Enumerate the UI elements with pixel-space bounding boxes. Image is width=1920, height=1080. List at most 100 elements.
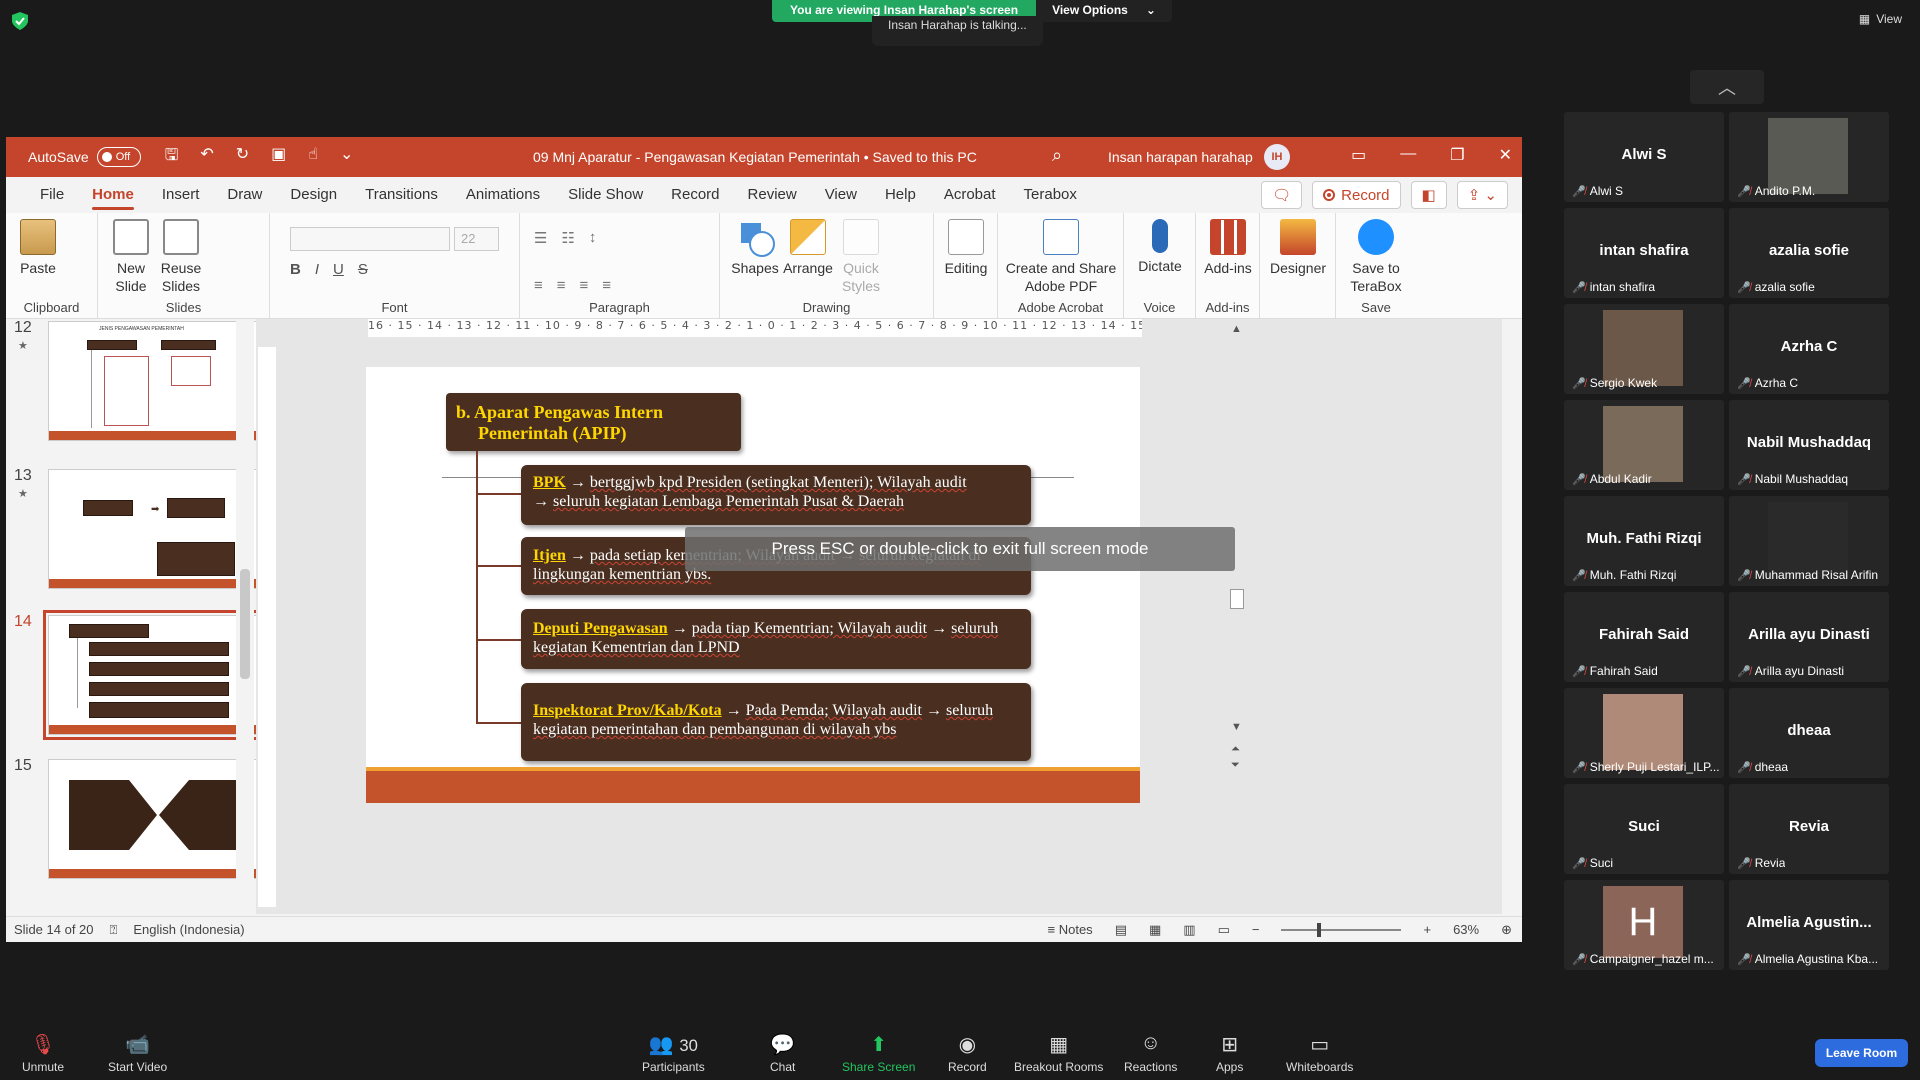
font-size-field[interactable]: 22: [454, 227, 499, 251]
start-video-button[interactable]: 📹 Start Video: [108, 1032, 167, 1074]
participant-tile[interactable]: Muh. Fathi Rizqi 🎤̸ Muh. Fathi Rizqi: [1564, 496, 1724, 586]
designer-button[interactable]: Designer: [1266, 219, 1330, 277]
whiteboards-button[interactable]: ▭ Whiteboards: [1286, 1032, 1353, 1074]
autosave-toggle[interactable]: AutoSave Off: [28, 147, 141, 167]
slideshow-icon[interactable]: ▭: [1218, 922, 1230, 938]
share-button[interactable]: ⇪ ⌄: [1456, 181, 1508, 209]
participant-tile[interactable]: azalia sofie 🎤̸ azalia sofie: [1729, 208, 1889, 298]
unmute-button[interactable]: 🎙 Unmute: [22, 1032, 64, 1074]
next-slide-icon[interactable]: ⏷: [1231, 759, 1240, 772]
previous-slide-icon[interactable]: ⏶: [1231, 743, 1240, 756]
normal-view-icon[interactable]: ▤: [1115, 922, 1127, 938]
ribbon-display-icon[interactable]: ▭: [1351, 145, 1366, 165]
reading-view-icon[interactable]: ▥: [1183, 922, 1195, 938]
slide-thumbnail-12[interactable]: JENIS PENGAWASAN PEMERINTAH: [48, 321, 263, 441]
zoom-slider[interactable]: [1281, 922, 1402, 937]
leave-room-button[interactable]: Leave Room: [1815, 1039, 1908, 1067]
shapes-button[interactable]: Shapes: [730, 219, 780, 277]
bold-icon[interactable]: B: [290, 261, 301, 278]
redo-icon[interactable]: ↻: [236, 144, 249, 171]
create-share-pdf-button[interactable]: Create and Share Adobe PDF: [1004, 219, 1118, 295]
user-avatar[interactable]: IH: [1264, 144, 1290, 170]
scroll-thumb[interactable]: [1230, 589, 1244, 609]
notes-button[interactable]: ≡ Notes: [1048, 922, 1093, 937]
tab-slide-show[interactable]: Slide Show: [554, 177, 657, 213]
collapse-gallery-button[interactable]: ︿: [1690, 70, 1764, 104]
tab-home[interactable]: Home: [78, 177, 148, 213]
tab-view[interactable]: View: [811, 177, 871, 213]
participant-tile[interactable]: H 🎤̸ Campaigner_hazel m...: [1564, 880, 1724, 970]
zoom-level[interactable]: 63%: [1453, 922, 1479, 937]
participant-tile[interactable]: Fahirah Said 🎤̸ Fahirah Said: [1564, 592, 1724, 682]
view-options-button[interactable]: View Options ⌄: [1036, 0, 1172, 22]
chat-button[interactable]: 💬 Chat: [770, 1032, 795, 1074]
slide-thumbnail-13[interactable]: ➡: [48, 469, 263, 589]
align-right-icon[interactable]: ≡: [580, 277, 589, 294]
scroll-up-icon[interactable]: ▲: [1231, 323, 1242, 335]
participant-tile[interactable]: Suci 🎤̸ Suci: [1564, 784, 1724, 874]
tab-insert[interactable]: Insert: [148, 177, 214, 213]
teams-button[interactable]: ◧: [1410, 181, 1447, 209]
security-shield-icon[interactable]: [12, 12, 28, 30]
undo-icon[interactable]: ↶: [200, 144, 213, 171]
slide-counter[interactable]: Slide 14 of 20: [14, 922, 94, 937]
tab-draw[interactable]: Draw: [213, 177, 276, 213]
tab-animations[interactable]: Animations: [452, 177, 554, 213]
tab-design[interactable]: Design: [276, 177, 351, 213]
participant-tile[interactable]: 🎤̸ Andito P.M.: [1729, 112, 1889, 202]
breakout-rooms-button[interactable]: ▦ Breakout Rooms: [1014, 1032, 1103, 1074]
paste-button[interactable]: Paste: [18, 219, 58, 277]
font-name-field[interactable]: [290, 227, 450, 251]
reuse-slides-button[interactable]: Reuse Slides: [158, 219, 204, 295]
participant-tile[interactable]: intan shafira 🎤̸ intan shafira: [1564, 208, 1724, 298]
align-left-icon[interactable]: ≡: [534, 277, 543, 294]
user-name[interactable]: Insan harapan harahap: [1108, 149, 1253, 165]
participant-tile[interactable]: Revia 🎤̸ Revia: [1729, 784, 1889, 874]
close-icon[interactable]: ✕: [1499, 145, 1512, 165]
slide-sorter-icon[interactable]: ▦: [1149, 922, 1161, 938]
tab-acrobat[interactable]: Acrobat: [930, 177, 1010, 213]
touch-mode-icon[interactable]: ☝: [308, 144, 318, 171]
language-indicator[interactable]: English (Indonesia): [133, 922, 244, 937]
participant-tile[interactable]: 🎤̸ Sherly Puji Lestari_ILP...: [1564, 688, 1724, 778]
addins-button[interactable]: Add-ins: [1202, 219, 1254, 277]
record-button[interactable]: ◉ Record: [948, 1032, 987, 1074]
participant-tile[interactable]: 🎤̸ Muhammad Risal Arifin: [1729, 496, 1889, 586]
fit-slide-icon[interactable]: ⊕: [1501, 922, 1512, 938]
editing-button[interactable]: Editing: [940, 219, 992, 277]
restore-icon[interactable]: ❐: [1450, 145, 1464, 165]
search-icon[interactable]: ⌕: [1052, 145, 1062, 166]
participant-tile[interactable]: Almelia Agustin... 🎤̸ Almelia Agustina Kba…: [1729, 880, 1889, 970]
underline-icon[interactable]: U: [333, 261, 344, 278]
italic-icon[interactable]: I: [315, 261, 319, 278]
participant-tile[interactable]: dheaa 🎤̸ dheaa: [1729, 688, 1889, 778]
record-button-ppt[interactable]: Record: [1312, 181, 1401, 209]
slide-thumbnail-15[interactable]: [48, 759, 263, 879]
view-button[interactable]: ▦ View: [1859, 12, 1902, 26]
arrange-button[interactable]: Arrange: [780, 219, 836, 277]
quick-styles-button[interactable]: Quick Styles: [836, 219, 886, 295]
tab-help[interactable]: Help: [871, 177, 930, 213]
apip-item-bpk[interactable]: BPK → bertggjwb kpd Presiden (setingkat …: [521, 465, 1031, 525]
comments-button[interactable]: 🗨: [1261, 181, 1303, 209]
tab-terabox[interactable]: Terabox: [1010, 177, 1091, 213]
participant-tile[interactable]: 🎤̸ Abdul Kadir: [1564, 400, 1724, 490]
reactions-button[interactable]: ☺ Reactions: [1124, 1032, 1177, 1074]
current-slide[interactable]: b. Aparat Pengawas Intern Pemerintah (AP…: [366, 367, 1140, 803]
bullets-icon[interactable]: ☰: [534, 229, 547, 247]
customize-toolbar-icon[interactable]: ⌄: [340, 144, 353, 171]
tab-review[interactable]: Review: [734, 177, 811, 213]
accessibility-icon[interactable]: ⍰: [110, 922, 118, 938]
tab-record[interactable]: Record: [657, 177, 733, 213]
align-center-icon[interactable]: ≡: [557, 277, 566, 294]
thumbnail-scrollbar[interactable]: [236, 319, 254, 909]
participant-tile[interactable]: Alwi S 🎤̸ Alwi S: [1564, 112, 1724, 202]
zoom-out-icon[interactable]: −: [1252, 922, 1260, 937]
slide-thumbnail-14[interactable]: [43, 610, 268, 740]
apip-item-deputi[interactable]: Deputi Pengawasan → pada tiap Kementrian…: [521, 609, 1031, 669]
participants-button[interactable]: 👥 30 Participants: [642, 1032, 705, 1074]
strikethrough-icon[interactable]: S: [358, 261, 368, 278]
minimize-icon[interactable]: —: [1400, 145, 1416, 165]
participant-tile[interactable]: Nabil Mushaddaq 🎤̸ Nabil Mushaddaq: [1729, 400, 1889, 490]
present-icon[interactable]: ▣: [271, 144, 286, 171]
